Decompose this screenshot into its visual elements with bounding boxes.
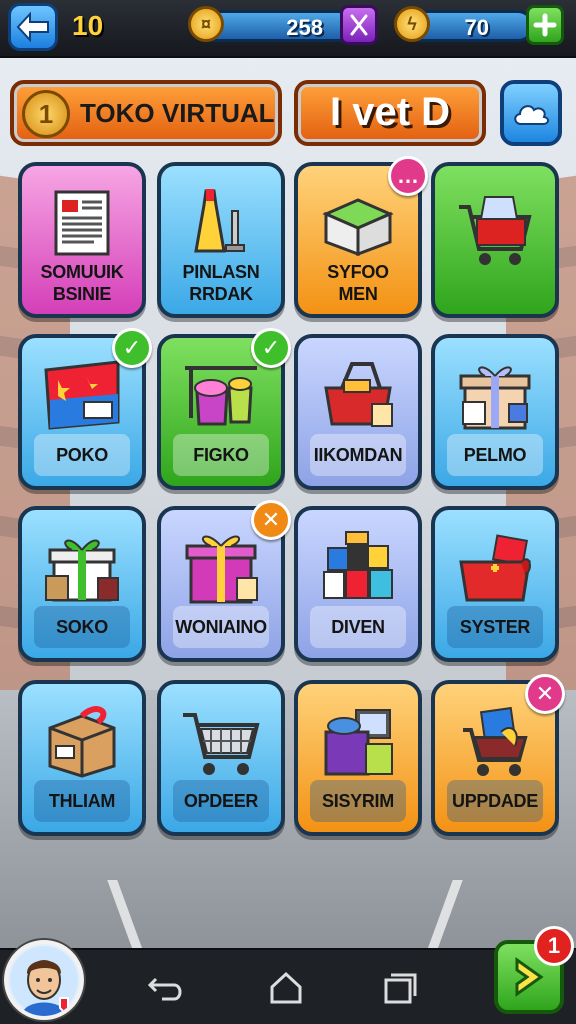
store-tile[interactable]: UPPDADE ✕: [431, 674, 565, 836]
check-badge-icon: ✓: [112, 328, 152, 368]
tile-label: THLIAM: [34, 780, 130, 822]
gift-basket-icon: [449, 524, 541, 610]
tile-label: WONIAINO: [173, 606, 269, 648]
player-level: 10: [72, 10, 104, 41]
package-icon: [36, 698, 128, 784]
store-tile[interactable]: SOKO: [18, 506, 146, 662]
store-box-icon: [312, 698, 404, 784]
back-button[interactable]: [8, 3, 58, 51]
tile-label: UPPDADE: [447, 780, 543, 822]
store-tile[interactable]: SOMUUIK BSINIE: [18, 162, 146, 318]
store-tile[interactable]: IIKOMDAN: [294, 334, 422, 490]
tile-label: DIVEN: [310, 606, 406, 648]
store-tile[interactable]: PINLASN RRDAK: [157, 162, 285, 318]
flag-banner-icon: [36, 352, 128, 438]
tile-label: SYFOO MEN: [327, 262, 389, 304]
android-home-button[interactable]: [266, 968, 306, 1008]
cloud-icon: [514, 105, 549, 125]
coin-icon: ¤: [188, 6, 224, 42]
shopping-cart-icon: [175, 698, 267, 784]
bottle-icon: [175, 180, 267, 266]
tile-label: FIGKO: [173, 434, 269, 476]
avatar-portrait-icon: [10, 946, 78, 1016]
recents-icon: [384, 973, 417, 1004]
tile-label: PINLASN RRDAK: [182, 262, 260, 304]
energy-value: 70: [464, 15, 489, 40]
add-energy-button[interactable]: [526, 5, 564, 45]
tile-label: SOMUUIK BSINIE: [40, 262, 124, 304]
shopping-cart-icon: [449, 698, 541, 784]
store-level-badge: 1: [22, 90, 70, 138]
store-tile[interactable]: POKO ✓: [18, 328, 152, 490]
tile-label: SISYRIM: [310, 780, 406, 822]
android-back-button[interactable]: [146, 968, 186, 1008]
check-badge-icon: ✓: [251, 328, 291, 368]
coin-shop-button[interactable]: [340, 5, 378, 45]
document-icon: [36, 180, 128, 266]
basket-icon: [312, 352, 404, 438]
store-tile[interactable]: OPDEER: [157, 680, 285, 836]
store-tile[interactable]: SISYRIM: [294, 680, 422, 836]
cloud-button[interactable]: [500, 80, 562, 146]
chat-badge-icon[interactable]: …: [388, 156, 428, 196]
bottom-navigation-bar: [0, 948, 576, 1024]
home-icon: [270, 971, 302, 1004]
gift-box-icon: [36, 524, 128, 610]
store-tile[interactable]: SYSTER: [431, 506, 559, 662]
close-badge-icon[interactable]: ✕: [251, 500, 291, 540]
blocks-icon: [312, 524, 404, 610]
store-tile[interactable]: SYFOO MEN …: [294, 156, 428, 318]
tile-label: IIKOMDAN: [310, 434, 406, 476]
product-bundle-icon: [175, 352, 267, 438]
store-tile[interactable]: FIGKO ✓: [157, 328, 291, 490]
shopping-cart-icon: [449, 184, 541, 274]
plus-icon: [533, 13, 557, 37]
tile-label: [447, 262, 543, 304]
arrow-left-icon: [16, 12, 49, 42]
tile-label: PELMO: [447, 434, 543, 476]
store-tile[interactable]: DIVEN: [294, 506, 422, 662]
back-icon: [148, 977, 182, 1001]
scissors-icon: [350, 14, 368, 36]
top-bar: 10 258 ¤ 70 ϟ: [0, 0, 576, 58]
gift-box-icon: [449, 352, 541, 438]
energy-icon: ϟ: [394, 6, 430, 42]
store-title-banner: 1 TOKO VIRTUAL: [10, 80, 282, 146]
store-tile[interactable]: PELMO: [431, 334, 559, 490]
event-label: I vet D: [329, 90, 451, 134]
tile-label: OPDEER: [173, 780, 269, 822]
box-icon: [312, 180, 404, 266]
tile-label: SYSTER: [447, 606, 543, 648]
store-tile[interactable]: [431, 162, 559, 318]
store-tile[interactable]: WONIAINO ✕: [157, 500, 291, 662]
tile-label: POKO: [34, 434, 130, 476]
store-title: TOKO VIRTUAL: [80, 98, 275, 128]
close-badge-icon[interactable]: ✕: [525, 674, 565, 714]
coin-value: 258: [286, 15, 323, 40]
event-button[interactable]: I vet D: [294, 80, 486, 146]
android-recents-button[interactable]: [380, 968, 420, 1008]
notification-badge: 1: [534, 926, 574, 966]
tile-label: SOKO: [34, 606, 130, 648]
player-avatar[interactable]: [4, 940, 84, 1020]
store-tile[interactable]: THLIAM: [18, 680, 146, 836]
gift-box-icon: [175, 524, 267, 610]
